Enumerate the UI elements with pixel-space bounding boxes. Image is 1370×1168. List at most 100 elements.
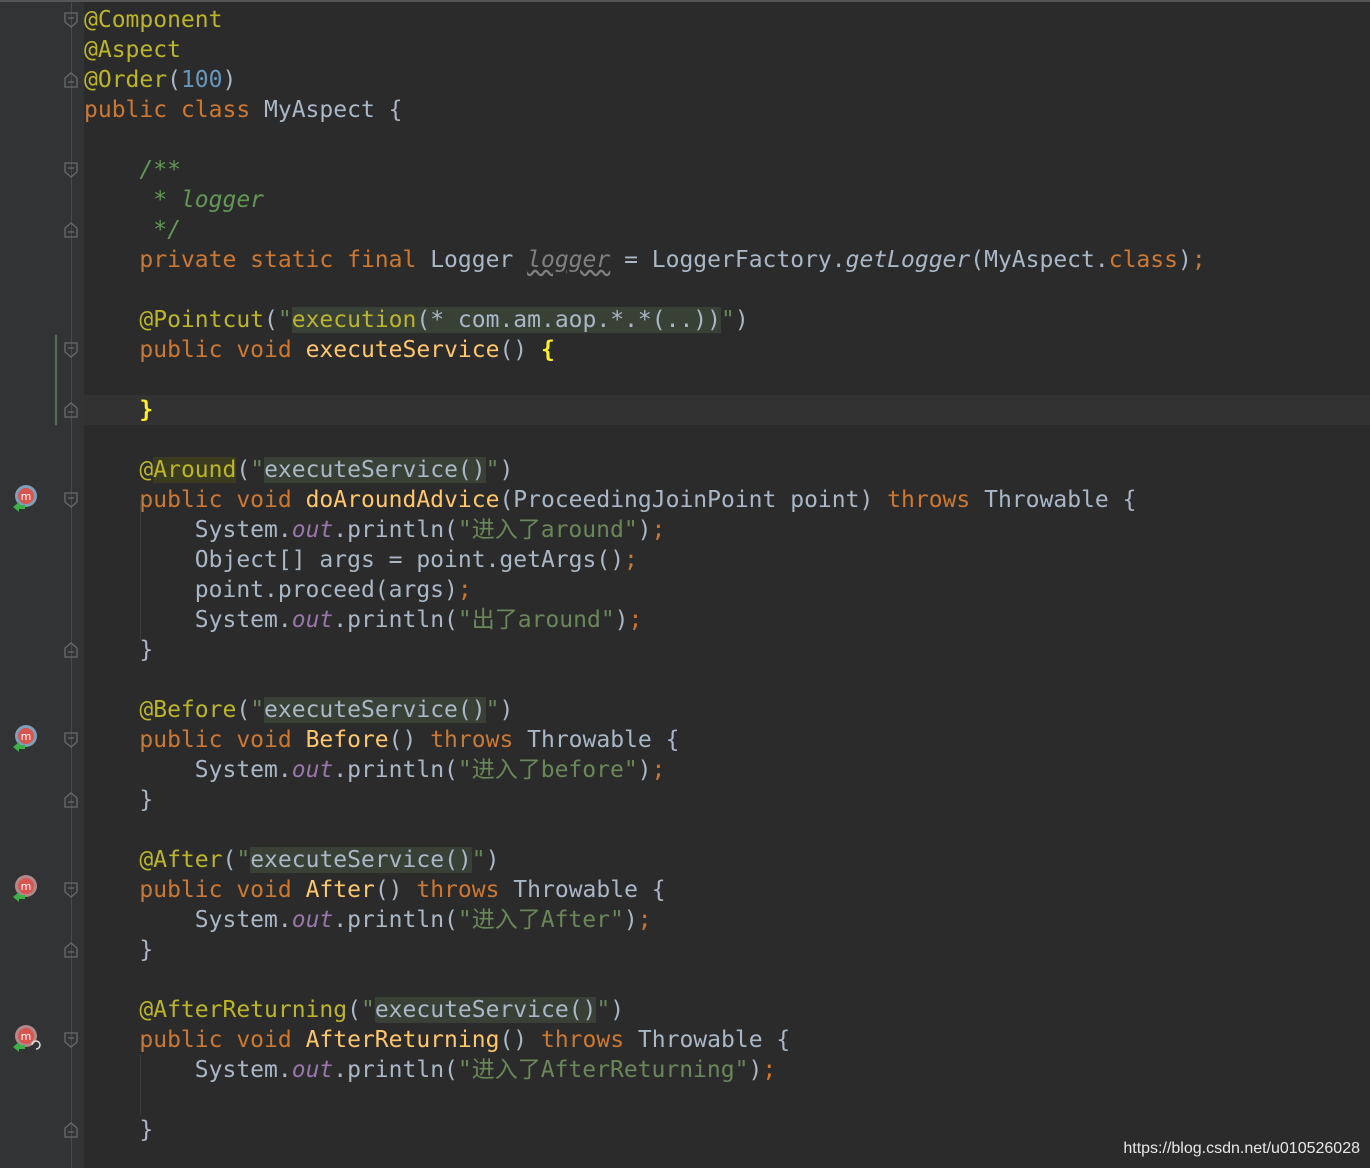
fold-open-icon[interactable] bbox=[64, 1032, 78, 1048]
code-token: " bbox=[250, 457, 265, 483]
svg-text:m: m bbox=[21, 730, 32, 743]
code-token: private static final bbox=[139, 247, 431, 273]
code-line[interactable]: @Order(100) bbox=[84, 65, 236, 95]
code-line[interactable]: System.out.println("出了around"); bbox=[84, 605, 643, 635]
code-line[interactable]: @Component bbox=[84, 5, 222, 35]
code-token: ; bbox=[1191, 247, 1206, 273]
fold-close-icon[interactable] bbox=[64, 402, 78, 418]
code-token: } bbox=[139, 1117, 154, 1143]
code-line[interactable]: System.out.println("进入了around"); bbox=[84, 515, 666, 545]
code-line[interactable]: @Around("executeService()") bbox=[84, 455, 513, 485]
code-token: ) bbox=[637, 517, 652, 543]
fold-open-icon[interactable] bbox=[64, 342, 78, 358]
code-line[interactable] bbox=[84, 965, 139, 995]
code-line[interactable]: } bbox=[84, 935, 153, 965]
code-token: Throwable { bbox=[513, 877, 666, 903]
fold-open-icon[interactable] bbox=[64, 162, 78, 178]
code-token: .println( bbox=[333, 607, 458, 633]
code-line[interactable]: private static final Logger logger = Log… bbox=[84, 245, 1206, 275]
code-token: ) bbox=[1177, 247, 1192, 273]
code-line[interactable]: @Pointcut("execution(* com.am.aop.*.*(..… bbox=[84, 305, 749, 335]
fold-close-icon[interactable] bbox=[64, 1122, 78, 1138]
code-line[interactable]: */ bbox=[84, 215, 181, 245]
code-line[interactable]: Object[] args = point.getArgs(); bbox=[84, 545, 638, 575]
code-token: (MyAspect. bbox=[970, 247, 1109, 273]
code-line[interactable]: System.out.println("进入了before"); bbox=[84, 755, 666, 785]
fold-close-icon[interactable] bbox=[64, 942, 78, 958]
code-token: ; bbox=[457, 577, 472, 603]
fold-close-icon[interactable] bbox=[64, 792, 78, 808]
code-line[interactable]: @Before("executeService()") bbox=[84, 695, 513, 725]
code-token: throws bbox=[416, 877, 514, 903]
code-token: " bbox=[485, 697, 500, 723]
code-token: "进入了After" bbox=[457, 907, 624, 933]
code-token: " bbox=[360, 997, 375, 1023]
code-token: ( bbox=[347, 997, 361, 1023]
code-token: ) bbox=[485, 847, 500, 873]
code-line[interactable]: public void AfterReturning() throws Thro… bbox=[84, 1025, 790, 1055]
code-line[interactable] bbox=[84, 275, 139, 305]
fold-open-icon[interactable] bbox=[64, 882, 78, 898]
code-line[interactable]: public void Before() throws Throwable { bbox=[84, 725, 679, 755]
code-token: " bbox=[250, 697, 265, 723]
fold-close-icon[interactable] bbox=[64, 642, 78, 658]
code-line[interactable]: System.out.println("进入了AfterReturning"); bbox=[84, 1055, 776, 1085]
code-line[interactable] bbox=[84, 815, 139, 845]
code-line[interactable]: point.proceed(args); bbox=[84, 575, 472, 605]
fold-close-icon[interactable] bbox=[64, 222, 78, 238]
code-token: out bbox=[291, 907, 334, 933]
code-token: public class bbox=[84, 97, 265, 123]
code-token: "进入了around" bbox=[457, 517, 638, 543]
code-line[interactable]: System.out.println("进入了After"); bbox=[84, 905, 652, 935]
aspect-advice-icon[interactable]: m bbox=[10, 873, 42, 903]
code-line[interactable]: public void After() throws Throwable { bbox=[84, 875, 666, 905]
code-line[interactable] bbox=[84, 425, 139, 455]
code-token: ) bbox=[499, 697, 514, 723]
code-line[interactable]: public void executeService() { bbox=[84, 335, 554, 365]
code-line[interactable] bbox=[84, 365, 139, 395]
svg-text:m: m bbox=[21, 490, 32, 503]
code-line[interactable]: } bbox=[84, 395, 153, 425]
aspect-advice-icon[interactable]: m bbox=[10, 483, 42, 513]
code-token: public void bbox=[139, 727, 306, 753]
code-line[interactable]: @After("executeService()") bbox=[84, 845, 499, 875]
code-token: } bbox=[139, 937, 154, 963]
fold-open-icon[interactable] bbox=[64, 492, 78, 508]
code-token: ) bbox=[637, 757, 652, 783]
fold-open-icon[interactable] bbox=[64, 12, 78, 28]
fold-close-icon[interactable] bbox=[64, 72, 78, 88]
code-token: doAroundAdvice bbox=[305, 487, 500, 513]
code-token: executeService() bbox=[374, 997, 597, 1023]
code-token: " bbox=[485, 457, 500, 483]
code-line[interactable]: public void doAroundAdvice(ProceedingJoi… bbox=[84, 485, 1136, 515]
code-token: System. bbox=[194, 907, 292, 933]
aspect-advice-returning-icon[interactable]: m bbox=[10, 1023, 42, 1053]
code-token: out bbox=[291, 607, 334, 633]
code-token: public void bbox=[139, 877, 306, 903]
code-line[interactable]: @Aspect bbox=[84, 35, 181, 65]
code-token: Object[] args = point.getArgs() bbox=[194, 547, 625, 573]
code-token: /** bbox=[139, 157, 181, 183]
code-line[interactable]: * logger bbox=[84, 185, 264, 215]
code-line[interactable]: public class MyAspect { bbox=[84, 95, 403, 125]
code-line[interactable]: } bbox=[84, 785, 153, 815]
svg-text:m: m bbox=[21, 880, 32, 893]
code-token: out bbox=[291, 1057, 334, 1083]
code-token: public void bbox=[139, 337, 306, 363]
code-editor[interactable]: @Component @Aspect @Order(100) public class… bbox=[0, 0, 1370, 1168]
code-line[interactable]: @AfterReturning("executeService()") bbox=[84, 995, 624, 1025]
fold-open-icon[interactable] bbox=[64, 732, 78, 748]
code-token: */ bbox=[139, 217, 181, 243]
current-line-highlight bbox=[84, 395, 1370, 425]
aspect-advice-icon[interactable]: m bbox=[10, 723, 42, 753]
code-line[interactable]: } bbox=[84, 1115, 153, 1145]
code-token: @Aspect bbox=[84, 37, 181, 63]
code-line[interactable] bbox=[84, 665, 139, 695]
code-line[interactable]: } bbox=[84, 635, 153, 665]
code-token: execution bbox=[291, 307, 417, 333]
code-line[interactable] bbox=[84, 1085, 139, 1115]
code-token: ) bbox=[614, 607, 629, 633]
code-line[interactable]: /** bbox=[84, 155, 181, 185]
code-token: .println( bbox=[333, 1057, 458, 1083]
code-token: ( bbox=[236, 457, 251, 483]
